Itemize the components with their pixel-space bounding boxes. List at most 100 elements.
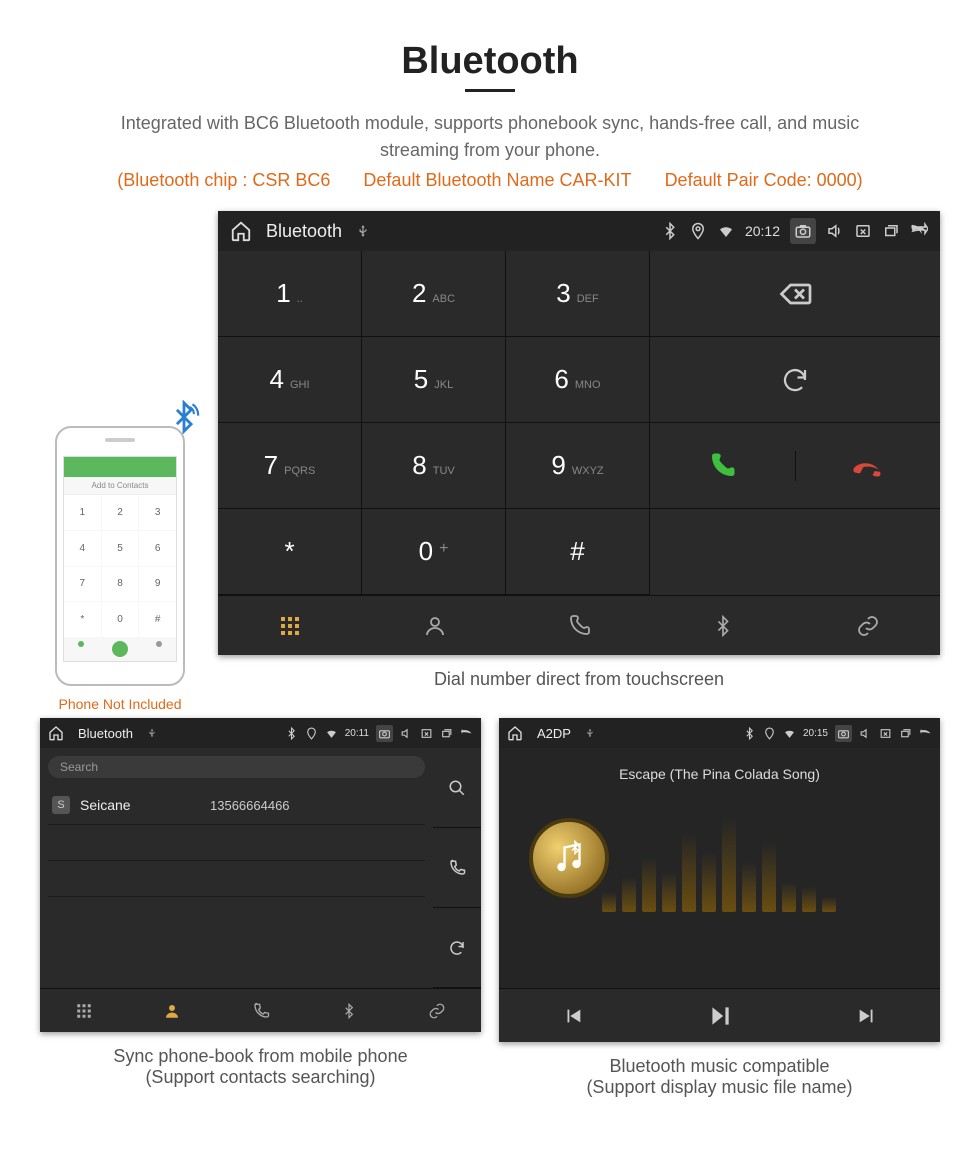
key-1[interactable]: 1.. bbox=[218, 251, 362, 337]
music-device: A2DP 20:15 bbox=[499, 718, 940, 1042]
back-icon[interactable] bbox=[460, 727, 473, 740]
spec-name: Default Bluetooth Name CAR-KIT bbox=[363, 170, 631, 190]
recent-apps-icon[interactable] bbox=[882, 222, 900, 240]
bluetooth-signal-icon bbox=[167, 400, 201, 434]
phonebook-caption: Sync phone-book from mobile phone (Suppo… bbox=[40, 1046, 481, 1088]
key-2[interactable]: 2ABC bbox=[362, 251, 506, 337]
search-input[interactable]: Search bbox=[48, 756, 425, 778]
home-icon[interactable] bbox=[230, 220, 252, 242]
nav-contacts[interactable] bbox=[128, 989, 216, 1032]
close-app-icon[interactable] bbox=[420, 727, 433, 740]
nav-bluetooth[interactable] bbox=[305, 989, 393, 1032]
statusbar-title: A2DP bbox=[537, 726, 571, 741]
home-icon[interactable] bbox=[507, 725, 523, 741]
nav-contacts[interactable] bbox=[362, 596, 506, 655]
dialpad: 1.. 2ABC 3DEF 4GHI 5JKL 6MNO 7PQRS 8TUV … bbox=[218, 251, 650, 595]
location-icon bbox=[763, 727, 776, 740]
statusbar-time: 20:15 bbox=[803, 728, 828, 739]
key-4[interactable]: 4GHI bbox=[218, 337, 362, 423]
phone-dialpad: 123 456 789 *0# bbox=[64, 495, 176, 637]
search-button[interactable] bbox=[433, 748, 481, 828]
backspace-button[interactable] bbox=[650, 251, 940, 337]
nav-dialpad[interactable] bbox=[218, 596, 362, 655]
nav-link[interactable] bbox=[393, 989, 481, 1032]
nav-call-log[interactable] bbox=[507, 596, 651, 655]
contact-name: Seicane bbox=[80, 797, 200, 813]
nav-link[interactable] bbox=[796, 596, 940, 655]
key-hash[interactable]: # bbox=[506, 509, 650, 595]
volume-icon[interactable] bbox=[826, 222, 844, 240]
statusbar-title: Bluetooth bbox=[78, 726, 133, 741]
location-icon bbox=[305, 727, 318, 740]
key-star[interactable]: * bbox=[218, 509, 362, 595]
contact-row-empty bbox=[48, 861, 425, 897]
close-app-icon[interactable] bbox=[854, 222, 872, 240]
page-title: Bluetooth bbox=[20, 40, 960, 83]
volume-icon[interactable] bbox=[400, 727, 413, 740]
volume-icon[interactable] bbox=[859, 727, 872, 740]
home-icon[interactable] bbox=[48, 725, 64, 741]
device-bottom-nav bbox=[218, 595, 940, 655]
next-button[interactable] bbox=[793, 989, 940, 1042]
spec-chip: (Bluetooth chip : CSR BC6 bbox=[117, 170, 330, 190]
back-icon[interactable] bbox=[919, 727, 932, 740]
play-pause-button[interactable] bbox=[646, 989, 793, 1042]
contact-initial-badge: S bbox=[52, 796, 70, 814]
album-art-icon bbox=[529, 818, 609, 898]
key-5[interactable]: 5JKL bbox=[362, 337, 506, 423]
key-0[interactable]: 0+ bbox=[362, 509, 506, 595]
nav-bluetooth[interactable] bbox=[651, 596, 795, 655]
camera-icon[interactable] bbox=[835, 725, 852, 742]
contact-row-empty bbox=[48, 897, 425, 933]
dialer-caption: Dial number direct from touchscreen bbox=[218, 669, 940, 690]
close-app-icon[interactable] bbox=[879, 727, 892, 740]
statusbar-time: 20:12 bbox=[745, 223, 780, 239]
contact-row-empty bbox=[48, 825, 425, 861]
spec-pair: Default Pair Code: 0000) bbox=[665, 170, 863, 190]
contact-number: 13566664466 bbox=[210, 798, 290, 813]
music-controls bbox=[499, 988, 940, 1042]
key-6[interactable]: 6MNO bbox=[506, 337, 650, 423]
refresh-button[interactable] bbox=[433, 908, 481, 988]
nav-call-log[interactable] bbox=[216, 989, 304, 1032]
call-button[interactable] bbox=[433, 828, 481, 908]
bluetooth-icon bbox=[285, 727, 298, 740]
recent-apps-icon[interactable] bbox=[899, 727, 912, 740]
refresh-button[interactable] bbox=[650, 337, 940, 423]
statusbar-title: Bluetooth bbox=[266, 221, 342, 242]
wifi-icon bbox=[717, 222, 735, 240]
call-button[interactable] bbox=[650, 423, 940, 509]
page-subtitle: Integrated with BC6 Bluetooth module, su… bbox=[80, 110, 900, 164]
key-8[interactable]: 8TUV bbox=[362, 423, 506, 509]
track-title: Escape (The Pina Colada Song) bbox=[619, 766, 820, 782]
key-7[interactable]: 7PQRS bbox=[218, 423, 362, 509]
location-icon bbox=[689, 222, 707, 240]
camera-icon[interactable] bbox=[376, 725, 393, 742]
prev-button[interactable] bbox=[499, 989, 646, 1042]
key-9[interactable]: 9WXYZ bbox=[506, 423, 650, 509]
usb-icon bbox=[356, 224, 370, 238]
spec-line: (Bluetooth chip : CSR BC6 Default Blueto… bbox=[20, 170, 960, 191]
usb-icon bbox=[585, 728, 595, 738]
key-3[interactable]: 3DEF bbox=[506, 251, 650, 337]
dialer-device: Bluetooth 20:12 bbox=[218, 211, 940, 655]
nav-dialpad[interactable] bbox=[40, 989, 128, 1032]
statusbar: Bluetooth 20:12 bbox=[218, 211, 940, 251]
bluetooth-icon bbox=[743, 727, 756, 740]
camera-icon[interactable] bbox=[790, 218, 816, 244]
hangup-button[interactable] bbox=[795, 451, 941, 481]
back-icon[interactable] bbox=[910, 222, 928, 240]
phone-caption: Phone Not Included bbox=[40, 696, 200, 712]
recent-apps-icon[interactable] bbox=[440, 727, 453, 740]
phone-add-contacts-label: Add to Contacts bbox=[64, 477, 176, 495]
phone-mockup: Add to Contacts 123 456 789 *0# bbox=[55, 426, 185, 686]
music-caption: Bluetooth music compatible (Support disp… bbox=[499, 1056, 940, 1098]
contact-row[interactable]: S Seicane 13566664466 bbox=[48, 786, 425, 825]
usb-icon bbox=[147, 728, 157, 738]
wifi-icon bbox=[325, 727, 338, 740]
bluetooth-icon bbox=[661, 222, 679, 240]
wifi-icon bbox=[783, 727, 796, 740]
title-underline bbox=[465, 89, 515, 92]
phonebook-device: Bluetooth 20:11 bbox=[40, 718, 481, 1032]
statusbar-time: 20:11 bbox=[345, 728, 369, 739]
